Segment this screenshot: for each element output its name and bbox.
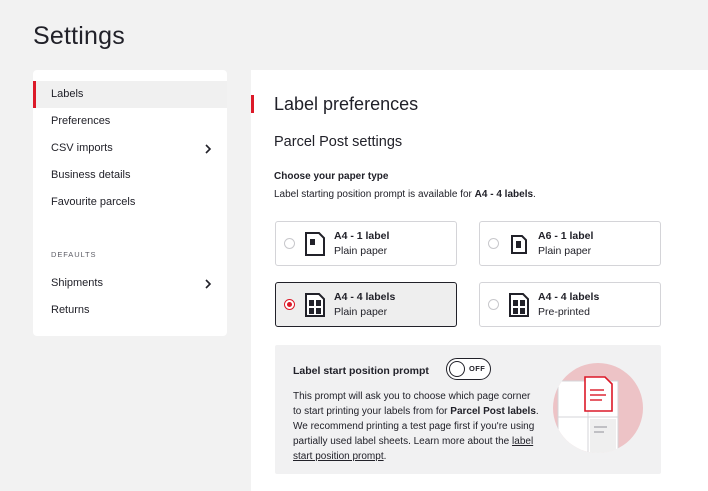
prompt-description: This prompt will ask you to choose which… [293, 391, 539, 462]
sidebar-item-preferences[interactable]: Preferences [33, 108, 227, 135]
sidebar-item-label: CSV imports [51, 142, 113, 154]
sidebar-item-label: Business details [51, 169, 131, 181]
option-title: A6 - 1 label [538, 229, 594, 242]
sidebar-item-labels[interactable]: Labels [33, 81, 227, 108]
radio-button[interactable] [488, 238, 499, 249]
paper-option-a4-4-labels-plain[interactable]: A4 - 4 labels Plain paper [275, 282, 457, 327]
prompt-toggle[interactable]: OFF [446, 358, 491, 380]
toggle-label: OFF [469, 364, 486, 373]
paper-option-a4-1-label[interactable]: A4 - 1 label Plain paper [275, 221, 457, 266]
title-accent-bar [251, 95, 254, 113]
sidebar-item-label: Labels [51, 88, 84, 100]
option-title: A4 - 4 labels [334, 290, 396, 303]
radio-button[interactable] [488, 299, 499, 310]
section-title: Parcel Post settings [274, 134, 403, 150]
label-sheet-illustration-icon [552, 361, 647, 456]
chevron-right-icon [201, 142, 215, 156]
paper-option-a4-4-labels-preprinted[interactable]: A4 - 4 labels Pre-printed [479, 282, 661, 327]
a4-four-labels-icon [304, 292, 326, 318]
sidebar-section-defaults: DEFAULTS [51, 250, 97, 259]
sidebar-item-label: Preferences [51, 115, 111, 127]
sidebar-item-business-details[interactable]: Business details [33, 162, 227, 189]
page-title: Settings [33, 22, 125, 50]
option-subtitle: Pre-printed [538, 305, 590, 318]
option-subtitle: Plain paper [334, 305, 388, 318]
sidebar-item-label: Returns [51, 304, 90, 316]
paper-type-heading: Choose your paper type [274, 171, 389, 182]
paper-type-description: Label starting position prompt is availa… [274, 189, 536, 200]
option-title: A4 - 4 labels [538, 290, 600, 303]
radio-button-selected[interactable] [284, 299, 295, 310]
option-subtitle: Plain paper [538, 244, 592, 257]
radio-button[interactable] [284, 238, 295, 249]
option-subtitle: Plain paper [334, 244, 388, 257]
sidebar-item-favourite-parcels[interactable]: Favourite parcels [33, 189, 227, 216]
a6-single-label-icon [508, 231, 530, 257]
sidebar-item-returns[interactable]: Returns [33, 297, 227, 324]
toggle-knob [449, 360, 465, 377]
prompt-title: Label start position prompt [293, 365, 429, 377]
sidebar-item-label: Favourite parcels [51, 196, 136, 208]
sidebar-item-label: Shipments [51, 277, 103, 289]
main-title: Label preferences [274, 94, 419, 114]
paper-option-a6-1-label[interactable]: A6 - 1 label Plain paper [479, 221, 661, 266]
main-panel: Label preferences Parcel Post settings C… [251, 70, 708, 491]
sidebar-item-shipments[interactable]: Shipments [33, 270, 227, 297]
a4-four-labels-icon [508, 292, 530, 318]
label-start-prompt-panel: Label start position prompt OFF This pro… [275, 345, 661, 474]
option-title: A4 - 1 label [334, 229, 390, 242]
chevron-right-icon [201, 277, 215, 291]
sidebar: Labels Preferences CSV imports Business … [33, 70, 227, 336]
a4-single-label-icon [304, 231, 326, 257]
sidebar-item-csv-imports[interactable]: CSV imports [33, 135, 227, 162]
